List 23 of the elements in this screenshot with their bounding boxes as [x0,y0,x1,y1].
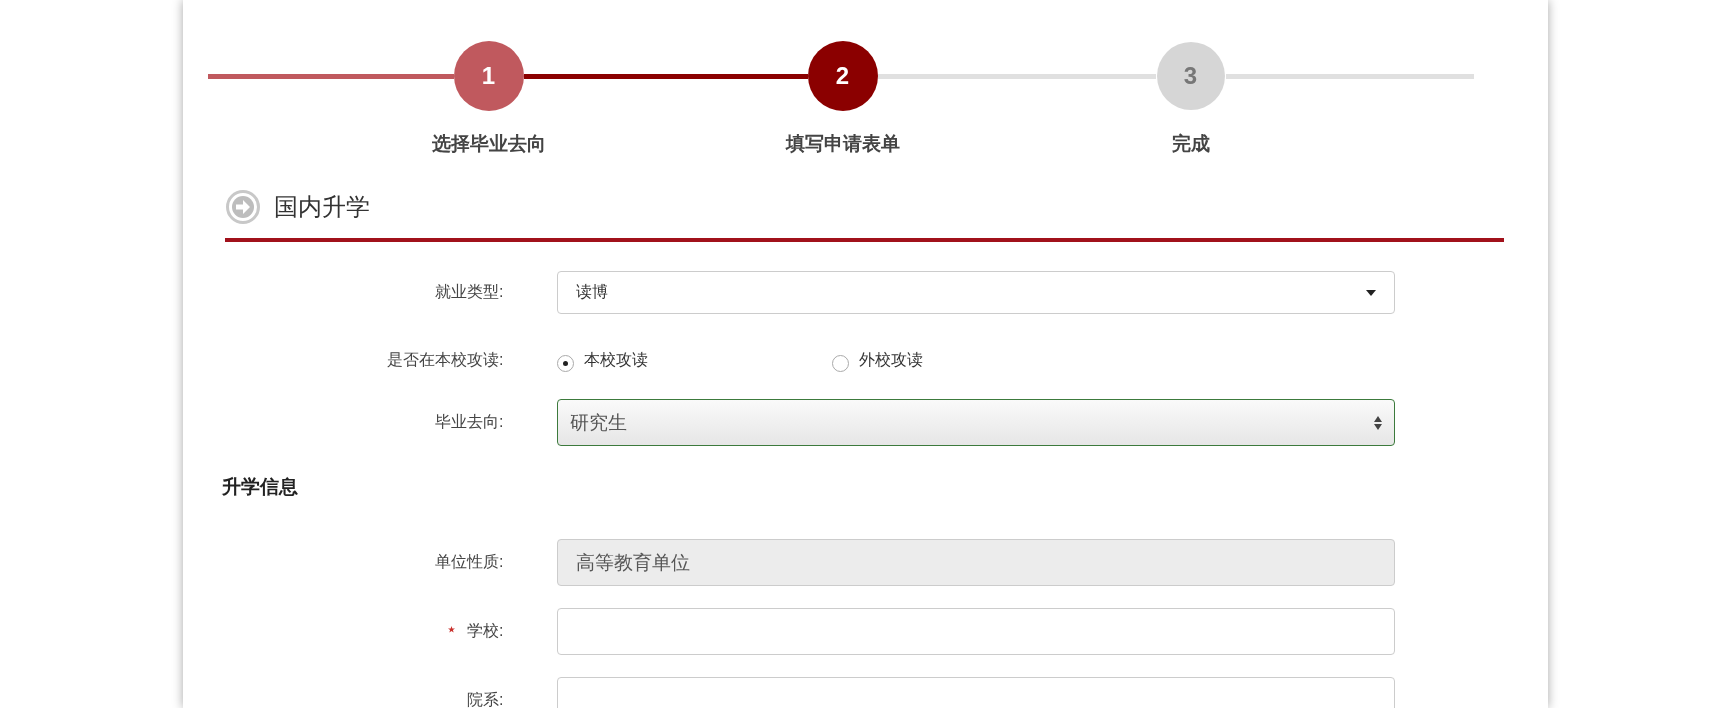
dropdown-field[interactable]: 研究生 [556,399,1395,446]
subsection-title: 升学信息 [221,475,299,499]
radio-option[interactable]: 外校攻读 [831,349,923,372]
dropdown-field[interactable]: 读博 [556,271,1395,314]
input-field[interactable] [556,608,1395,655]
field-label: 院系: [467,690,504,708]
up-down-arrows-icon [1373,415,1382,430]
step-number: 3 [1156,42,1225,110]
readonly-field: 高等教育单位 [556,539,1395,586]
field-label: 就业类型: [435,282,504,302]
step-number: 1 [453,41,524,111]
radio-option[interactable]: 本校攻读 [556,349,648,372]
arrow-circle-icon [225,190,260,224]
step-label: 选择毕业去向 [431,132,546,156]
section-title: 国内升学 [273,192,370,222]
field-label: 单位性质: [435,552,504,572]
field-label: 学校: [467,621,504,641]
caret-icon [1365,289,1376,296]
field-label: 毕业去向: [435,412,504,432]
step-label: 完成 [1171,132,1210,156]
step-label: 填写申请表单 [785,132,900,156]
field-label: 是否在本校攻读: [387,350,504,370]
step-number: 2 [807,41,878,111]
